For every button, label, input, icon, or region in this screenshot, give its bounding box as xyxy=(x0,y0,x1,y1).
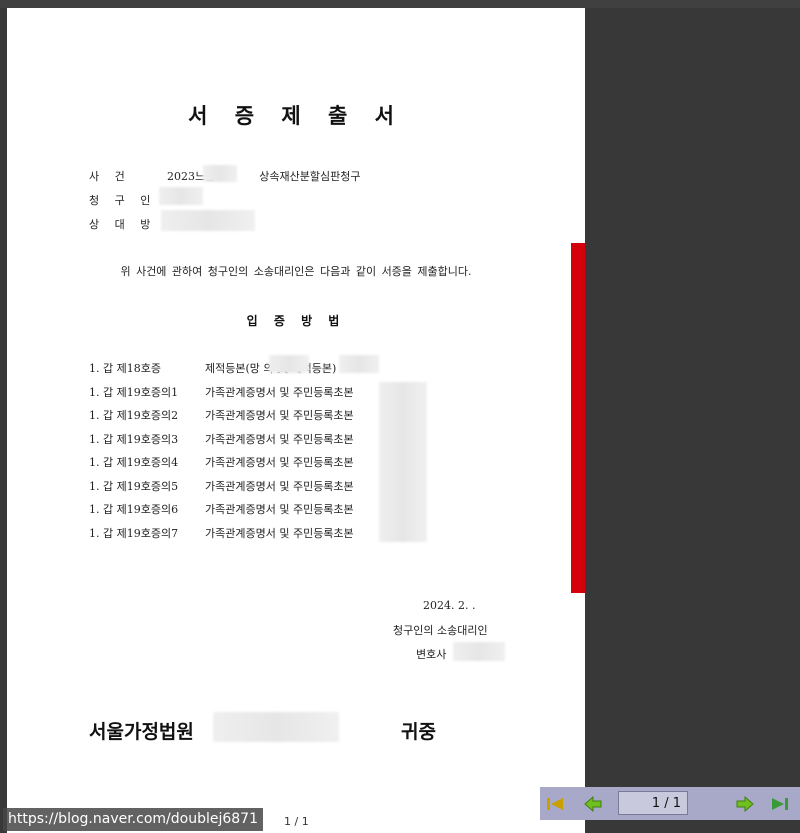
evidence-item: 1. 갑 제19호증의1 가족관계증명서 및 주민등록초본 xyxy=(89,385,354,399)
page-footer: 1 / 1 xyxy=(284,815,309,828)
evidence-item: 1. 갑 제19호증의5 가족관계증명서 및 주민등록초본 xyxy=(89,479,354,493)
evidence-item: 1. 갑 제19호증의7 가족관계증명서 및 주민등록초본 xyxy=(89,526,354,540)
signature-role: 청구인의 소송대리인 xyxy=(393,624,488,637)
evidence-item: 1. 갑 제18호증제적등본(망 의 夫 제적등본) xyxy=(89,362,337,375)
document-page: 서 증 제 출 서 사 건 2023느합 상속재산분할심판청구 청 구 인 상 대 … xyxy=(7,8,585,833)
evidence-item: 1. 갑 제19호증의6 가족관계증명서 및 주민등록초본 xyxy=(89,503,354,516)
redacted-deceased-name xyxy=(269,355,309,373)
first-page-icon[interactable] xyxy=(544,793,566,815)
redacted-claimant xyxy=(159,187,203,205)
redacted-case-number xyxy=(203,165,237,182)
evidence-item: 1. 갑 제19호증의2 가족관계증명서 및 주민등록초본 xyxy=(89,409,354,422)
document-title: 서 증 제 출 서 xyxy=(188,103,404,128)
evidence-list: 1. 갑 제18호증제적등본(망 의 夫 제적등본) 1. 갑 제19호증의1가… xyxy=(89,360,354,548)
intro-text: 위 사건에 관하여 청구인의 소송대리인은 다음과 같이 서증을 제출합니다. xyxy=(120,265,472,278)
redacted-lawyer-name xyxy=(453,642,505,661)
page-navigation-toolbar: 1 / 1 xyxy=(540,787,800,820)
evidence-item: 1. 갑 제19호증의4 가족관계증명서 및 주민등록초본 xyxy=(89,456,354,469)
court-name: 서울가정법원 xyxy=(89,721,194,743)
redacted-respondent xyxy=(161,210,255,231)
source-watermark: https://blog.naver.com/doublej6871 xyxy=(3,808,263,831)
case-name: 상속재산분할심판청구 xyxy=(259,170,361,183)
respondent-row: 상 대 방 xyxy=(89,216,167,232)
signature-title: 변호사 xyxy=(416,648,447,661)
document-date: 2024. 2. . xyxy=(423,599,476,612)
evidence-item: 1. 갑 제19호증의3 가족관계증명서 및 주민등록초본 xyxy=(89,432,354,446)
redacted-court-division xyxy=(213,712,339,742)
last-page-icon[interactable] xyxy=(770,793,792,815)
redacted-spouse-name xyxy=(339,355,379,373)
previous-page-icon[interactable] xyxy=(582,793,604,815)
scroll-position-marker[interactable] xyxy=(571,243,585,593)
next-page-icon[interactable] xyxy=(734,793,756,815)
page-number-field[interactable]: 1 / 1 xyxy=(618,791,688,815)
claimant-label: 청 구 인 xyxy=(89,194,157,207)
viewer-frame xyxy=(0,0,800,8)
section-title: 입 증 방 법 xyxy=(246,314,346,328)
respondent-label: 상 대 방 xyxy=(89,218,157,231)
claimant-row: 청 구 인 xyxy=(89,192,167,208)
case-label: 사 건 xyxy=(89,170,131,183)
court-suffix: 귀중 xyxy=(401,721,436,743)
redacted-evidence-names xyxy=(379,382,427,542)
